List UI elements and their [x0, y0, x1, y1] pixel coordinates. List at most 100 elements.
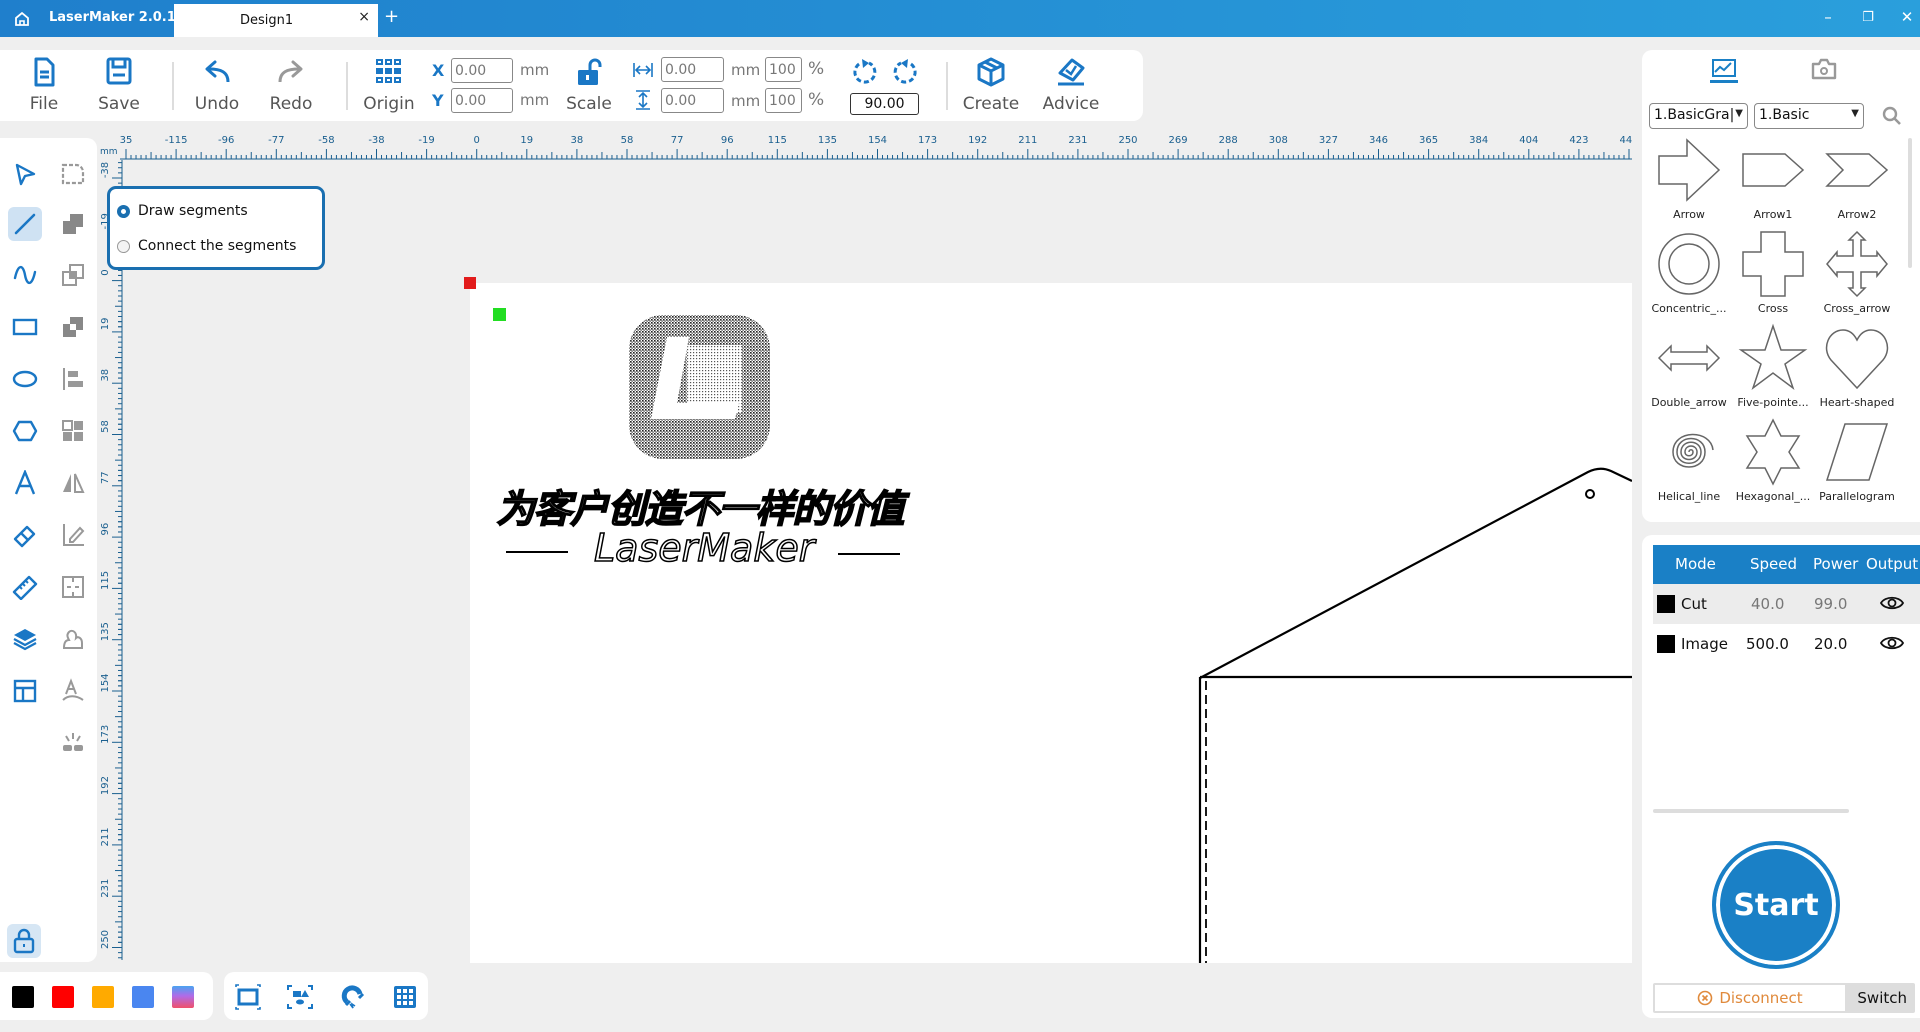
category-dropdown[interactable]: 1.BasicGra| ▼	[1649, 103, 1748, 129]
rotate-cw-icon[interactable]	[889, 58, 919, 88]
tab-close-icon[interactable]: ×	[358, 9, 370, 25]
eye-icon[interactable]	[1880, 635, 1904, 651]
height-percent-input[interactable]	[765, 88, 802, 113]
undo-button[interactable]: Undo	[187, 56, 247, 114]
shape-name: Helical_line	[1657, 490, 1721, 503]
feedback-icon	[1058, 58, 1085, 86]
graphics-library-tab-icon[interactable]	[1709, 57, 1739, 83]
polygon-tool[interactable]	[8, 414, 42, 448]
search-icon[interactable]	[1882, 106, 1902, 126]
new-tab-button[interactable]: +	[384, 6, 399, 27]
subcategory-dropdown[interactable]: 1.Basic ▼	[1754, 103, 1864, 129]
eraser-tool[interactable]	[8, 518, 42, 552]
close-button[interactable]: ✕	[1897, 8, 1917, 26]
radio-selected[interactable]	[117, 204, 130, 218]
layer-row[interactable]: Image 500.0 20.0	[1653, 624, 1920, 664]
layers-tool[interactable]	[8, 622, 42, 656]
light-tool[interactable]	[56, 726, 90, 760]
x-position-input[interactable]	[451, 58, 513, 83]
fit-selection-icon[interactable]	[287, 984, 313, 1010]
color-swatch-orange[interactable]	[92, 986, 114, 1008]
shape-item[interactable]: Cross_arrow	[1816, 228, 1898, 320]
difference-tool[interactable]	[56, 310, 90, 344]
layer-horizontal-scrollbar[interactable]	[1653, 809, 1849, 813]
select-tool[interactable]	[8, 157, 42, 191]
origin-button[interactable]: Origin	[359, 56, 419, 114]
array-tool[interactable]	[56, 414, 90, 448]
shape-item[interactable]: Double_arrow	[1648, 322, 1730, 414]
split-tool[interactable]	[56, 570, 90, 604]
curve-tool[interactable]	[8, 258, 42, 292]
file-button[interactable]: File	[14, 56, 74, 114]
rounded-corner-tool[interactable]	[56, 157, 90, 191]
tab-design1[interactable]: Design1 ×	[174, 4, 378, 37]
color-swatch-black[interactable]	[12, 986, 34, 1008]
edit-node-tool[interactable]	[56, 518, 90, 552]
ruler-tick-label: 384	[1469, 135, 1488, 146]
shape-item[interactable]: Parallelogram	[1816, 416, 1898, 508]
shape-item[interactable]: Concentric_...	[1648, 228, 1730, 320]
ellipse-tool[interactable]	[8, 362, 42, 396]
line-tool[interactable]	[8, 207, 42, 241]
rotate-angle-input[interactable]	[850, 93, 919, 115]
ruler-tick-label: 442	[1619, 135, 1632, 146]
fit-page-icon[interactable]	[235, 984, 261, 1010]
connect-segments-option[interactable]: Connect the segments	[117, 238, 296, 254]
switch-button[interactable]: Switch	[1857, 989, 1907, 1007]
magnet-snap-icon[interactable]	[340, 984, 366, 1010]
save-button[interactable]: Save	[89, 56, 149, 114]
eye-icon[interactable]	[1880, 595, 1904, 611]
lasermaker-logo-image[interactable]	[627, 313, 772, 461]
layer-color-swatch[interactable]	[1657, 595, 1675, 613]
align-tool[interactable]	[56, 362, 90, 396]
restore-button[interactable]: ❐	[1858, 10, 1878, 25]
outline-tool[interactable]	[56, 622, 90, 656]
scale-lock-button[interactable]: Scale	[559, 56, 619, 114]
redo-button[interactable]: Redo	[261, 56, 321, 114]
slogan-chinese-text[interactable]: 为客户创造不一样的价值	[490, 478, 910, 533]
width-percent-input[interactable]	[765, 57, 802, 82]
shape-item[interactable]: Arrow1	[1732, 134, 1814, 226]
shape-item[interactable]: Cross	[1732, 228, 1814, 320]
color-swatch-blue[interactable]	[132, 986, 154, 1008]
minimize-button[interactable]: –	[1818, 8, 1838, 26]
library-scrollbar[interactable]	[1908, 138, 1912, 268]
shape-item[interactable]: Five-pointe...	[1732, 322, 1814, 414]
create-button[interactable]: Create	[961, 56, 1021, 114]
width-input[interactable]	[661, 57, 724, 82]
union-tool[interactable]	[56, 207, 90, 241]
advice-button[interactable]: Advice	[1041, 56, 1101, 114]
shape-item[interactable]: Heart-shaped	[1816, 322, 1898, 414]
start-button[interactable]: Start	[1712, 841, 1840, 969]
shape-item[interactable]: Arrow2	[1816, 134, 1898, 226]
ruler-tick-label: 327	[1319, 135, 1338, 146]
advice-label: Advice	[1042, 94, 1100, 114]
text-path-tool[interactable]	[56, 674, 90, 708]
draw-segments-option[interactable]: Draw segments	[117, 203, 248, 219]
color-swatch-red[interactable]	[52, 986, 74, 1008]
shape-item[interactable]: Helical_line	[1648, 416, 1730, 508]
measure-tool[interactable]	[8, 570, 42, 604]
grid-icon[interactable]	[392, 984, 418, 1010]
rectangle-tool[interactable]	[8, 310, 42, 344]
rotate-ccw-icon[interactable]	[851, 58, 881, 88]
mirror-tool[interactable]	[56, 466, 90, 500]
camera-tab-icon[interactable]	[1810, 57, 1838, 81]
layer-row[interactable]: Cut 40.0 99.0	[1653, 584, 1920, 624]
shape-item[interactable]: Arrow	[1648, 134, 1730, 226]
slogan-lasermaker-text[interactable]: LaserMaker	[593, 525, 815, 571]
layout-tool[interactable]	[8, 674, 42, 708]
design-canvas[interactable]: 为客户创造不一样的价值 LaserMaker	[470, 283, 1632, 963]
lock-canvas-button[interactable]	[7, 924, 41, 958]
lock-icon	[13, 928, 35, 954]
layer-color-swatch[interactable]	[1657, 635, 1675, 653]
shape-item[interactable]: Hexagonal_...	[1732, 416, 1814, 508]
y-position-input[interactable]	[451, 88, 513, 113]
intersect-tool[interactable]	[56, 258, 90, 292]
radio-unselected[interactable]	[117, 239, 130, 253]
height-input[interactable]	[661, 88, 724, 113]
home-icon[interactable]	[13, 10, 31, 28]
color-swatch-gradient[interactable]	[172, 986, 194, 1008]
text-tool[interactable]	[8, 466, 42, 500]
disconnect-button[interactable]: Disconnect	[1655, 985, 1845, 1011]
